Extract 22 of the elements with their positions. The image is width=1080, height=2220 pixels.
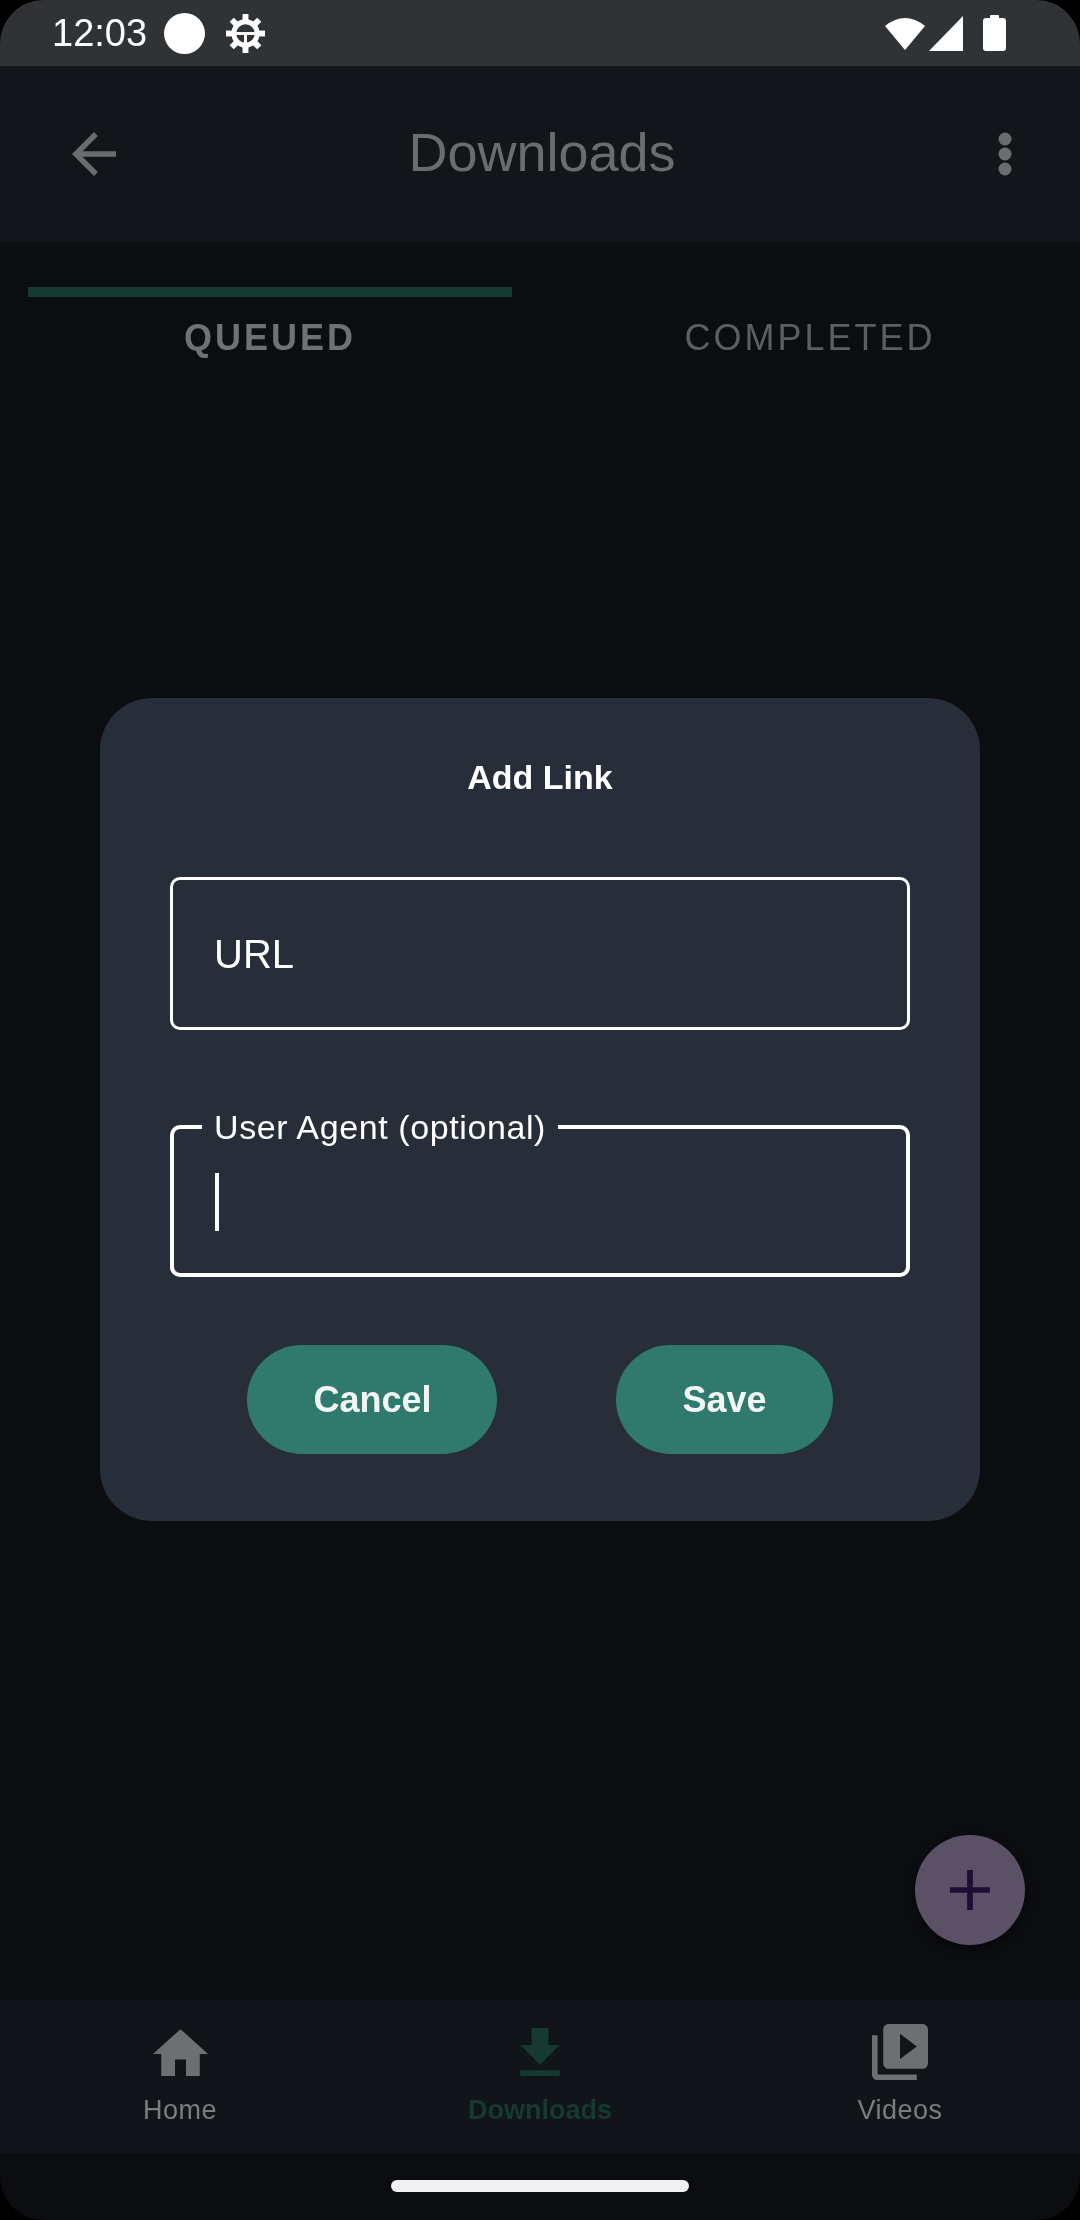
- cancel-button[interactable]: Cancel: [247, 1345, 498, 1454]
- dialog-title: Add Link: [467, 757, 613, 797]
- status-time: 12:03: [52, 11, 148, 55]
- nav-item[interactable]: Home: [143, 2024, 217, 2126]
- text-cursor-icon: [215, 1173, 219, 1231]
- app-bar-title: Downloads: [408, 121, 676, 184]
- battery-icon: [983, 15, 1006, 51]
- gear-icon: [226, 13, 266, 53]
- video-library-icon: [872, 2024, 928, 2080]
- home-icon: [152, 2028, 208, 2076]
- wifi-icon: [885, 16, 925, 50]
- plus-icon: [950, 1870, 990, 1910]
- save-button[interactable]: Save: [616, 1345, 833, 1454]
- text-field[interactable]: URL: [170, 877, 910, 1030]
- download-icon: [520, 2028, 560, 2076]
- back-arrow-icon[interactable]: [72, 132, 116, 176]
- tab[interactable]: COMPLETED: [540, 242, 1080, 359]
- tab[interactable]: QUEUED: [0, 242, 540, 359]
- signal-icon: [929, 15, 963, 51]
- more-options-icon[interactable]: [998, 132, 1012, 176]
- circle-icon: [164, 12, 206, 54]
- nav-item[interactable]: Videos: [857, 2024, 943, 2126]
